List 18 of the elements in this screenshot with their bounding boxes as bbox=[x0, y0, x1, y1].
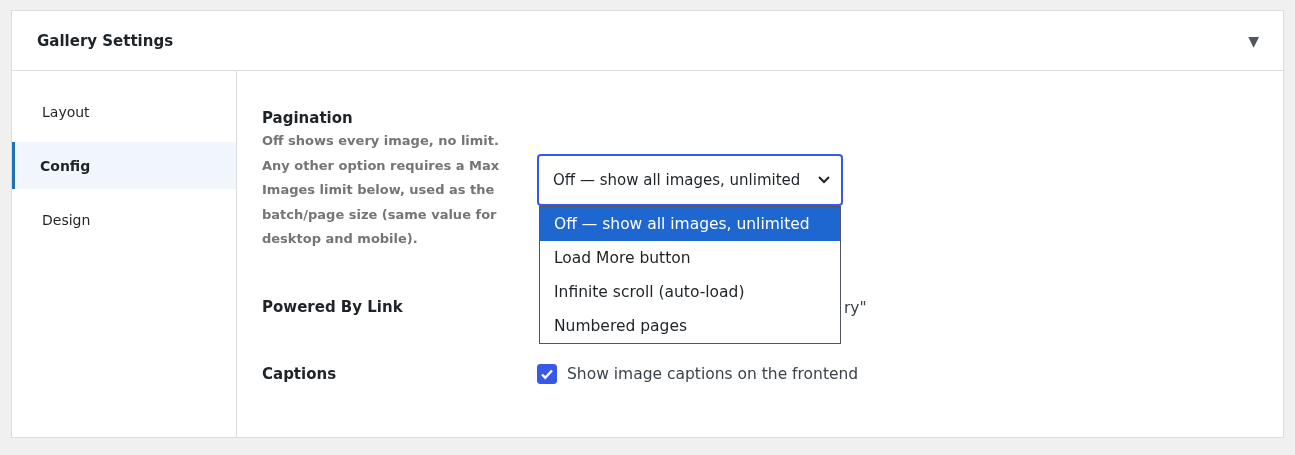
collapse-toggle[interactable]: ▼ bbox=[1248, 32, 1259, 49]
chevron-down-icon bbox=[817, 175, 831, 186]
checkbox[interactable] bbox=[537, 363, 557, 384]
option-text: ry" bbox=[843, 298, 867, 317]
setting-label: Captions bbox=[262, 364, 338, 383]
checkbox-label: Show image captions on the frontend bbox=[567, 364, 859, 383]
dropdown-option[interactable]: Load More button bbox=[540, 241, 840, 276]
setting-label: Powered By Link bbox=[262, 298, 404, 316]
dropdown-option[interactable]: Numbered pages bbox=[540, 309, 840, 344]
sidebar-tab[interactable]: Design bbox=[12, 196, 236, 243]
setting-label: Pagination bbox=[262, 109, 354, 127]
pagination-select[interactable]: Off — show all images, unlimited bbox=[537, 154, 843, 207]
dropdown-option[interactable]: Infinite scroll (auto-load) bbox=[540, 275, 840, 310]
sidebar-tab[interactable]: Config bbox=[12, 142, 236, 189]
panel-title: Gallery Settings bbox=[37, 31, 174, 50]
sidebar-tab[interactable]: Layout bbox=[12, 88, 236, 135]
dropdown-option[interactable]: Off — show all images, unlimited bbox=[540, 207, 840, 242]
setting-description: Off shows every image, no limit. Any other option requires a Max Images limit below, used as the batch/page size (same value for desktop and mobile). bbox=[262, 132, 501, 248]
